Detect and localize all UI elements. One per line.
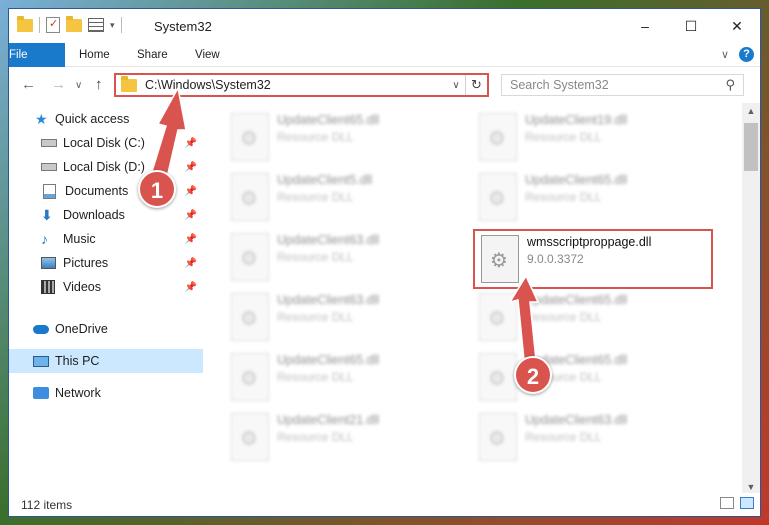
arrow-step-1: [149, 85, 187, 183]
step-1-badge: 1: [138, 170, 176, 208]
annotation-arrows: [149, 85, 540, 361]
arrow-step-2: [508, 274, 540, 361]
step-2-badge: 2: [514, 356, 552, 394]
